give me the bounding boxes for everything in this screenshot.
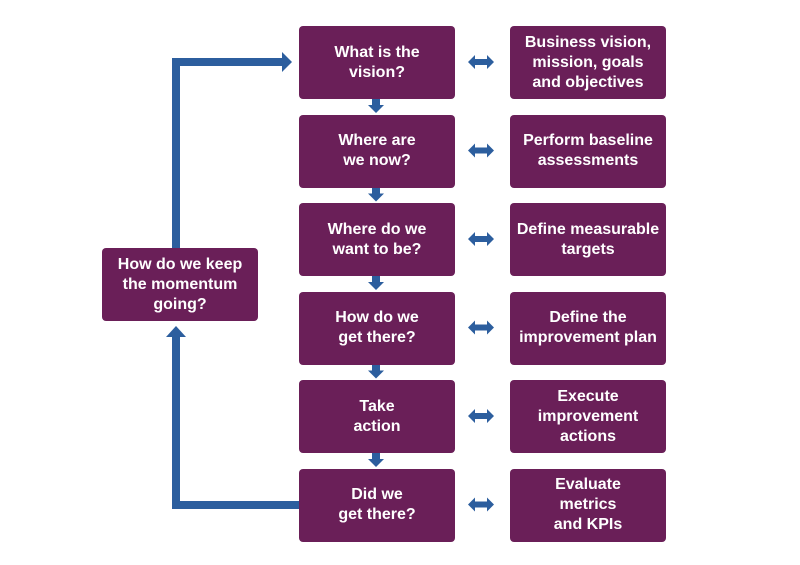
- action-box: Perform baseline assessments: [510, 114, 666, 188]
- question-label: Where are we now?: [338, 132, 416, 169]
- double-arrow: [468, 320, 494, 335]
- double-arrow: [468, 143, 494, 158]
- loop-box: How do we keep the momentum going?: [102, 248, 258, 321]
- double-arrow: [468, 55, 494, 69]
- action-label: Define measurable targets: [516, 220, 660, 258]
- question-label: How do we get there?: [335, 309, 419, 346]
- action-box: Define measurable targets: [510, 203, 666, 276]
- question-box: How do we get there?: [299, 291, 455, 365]
- loop-line-lower: [172, 337, 180, 509]
- question-box: What is the vision?: [299, 26, 455, 99]
- action-box: Execute improvement actions: [510, 380, 666, 453]
- double-arrow: [468, 409, 494, 423]
- action-label: Perform baseline assessments: [523, 132, 653, 169]
- loop-line-upper: [172, 58, 180, 248]
- question-label: Take action: [353, 397, 401, 435]
- loop-box-label: How do we keep the momentum going?: [117, 255, 243, 313]
- down-arrow: [368, 99, 384, 113]
- down-arrow: [368, 187, 384, 202]
- loop-arrow-right: [282, 52, 292, 72]
- double-arrow: [468, 232, 494, 246]
- action-box: Business vision, mission, goals and obje…: [510, 26, 666, 99]
- down-arrow: [368, 453, 384, 467]
- question-box: Where are we now?: [299, 114, 455, 188]
- action-label: Business vision, mission, goals and obje…: [524, 33, 652, 91]
- down-arrow: [368, 364, 384, 379]
- loop-line-bottom: [172, 501, 299, 509]
- question-box: Where do we want to be?: [299, 203, 455, 276]
- question-label: Did we get there?: [338, 486, 416, 523]
- loop-line-top: [172, 58, 282, 66]
- improvement-cycle-diagram: How do we keep the momentum going? What …: [0, 0, 800, 565]
- action-box: Define the improvement plan: [510, 291, 666, 365]
- question-box: Did we get there?: [299, 468, 455, 542]
- action-label: Execute improvement actions: [537, 387, 639, 445]
- double-arrow: [468, 497, 494, 512]
- action-label: Evaluate metrics and KPIs: [553, 476, 623, 533]
- loop-arrow-up: [166, 326, 186, 337]
- down-arrow: [368, 276, 384, 290]
- question-label: What is the vision?: [334, 43, 420, 81]
- action-box: Evaluate metrics and KPIs: [510, 468, 666, 542]
- question-box: Take action: [299, 380, 455, 453]
- question-label: Where do we want to be?: [327, 220, 427, 258]
- action-label: Define the improvement plan: [519, 309, 657, 346]
